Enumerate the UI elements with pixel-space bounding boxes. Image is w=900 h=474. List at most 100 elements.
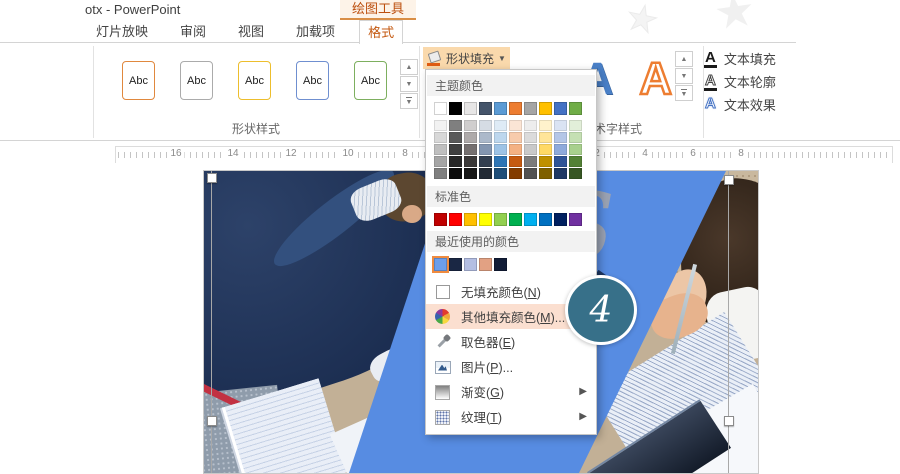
recent-color-swatch[interactable] <box>464 258 477 271</box>
theme-variant-swatch[interactable] <box>479 120 492 131</box>
theme-variant-swatch[interactable] <box>509 144 522 155</box>
theme-variant-swatch[interactable] <box>554 156 567 167</box>
theme-variant-swatch[interactable] <box>449 168 462 179</box>
theme-variant-swatch[interactable] <box>479 144 492 155</box>
theme-variant-swatch[interactable] <box>554 120 567 131</box>
standard-color-swatch[interactable] <box>434 213 447 226</box>
theme-variant-swatch[interactable] <box>464 156 477 167</box>
theme-variant-swatch[interactable] <box>479 168 492 179</box>
gallery-down-icon[interactable]: ▼ <box>400 76 418 92</box>
theme-color-swatch[interactable] <box>524 102 537 115</box>
theme-variant-swatch[interactable] <box>464 144 477 155</box>
standard-color-swatch[interactable] <box>554 213 567 226</box>
picture-menu-item[interactable]: 图片(P)... <box>426 354 596 379</box>
selection-handle[interactable] <box>207 416 217 426</box>
selection-handle[interactable] <box>724 175 734 185</box>
gallery-more-icon[interactable]: ▼ <box>675 85 693 101</box>
gallery-up-icon[interactable]: ▲ <box>400 59 418 75</box>
shape-style-tile[interactable]: Abc <box>122 61 155 100</box>
recent-color-swatch[interactable] <box>432 256 449 273</box>
theme-color-swatch[interactable] <box>464 102 477 115</box>
selection-handle[interactable] <box>724 416 734 426</box>
text-style-fill-button[interactable]: A 文本填充 <box>704 47 778 70</box>
recent-color-swatch[interactable] <box>479 258 492 271</box>
theme-variant-swatch[interactable] <box>539 132 552 143</box>
standard-color-swatch[interactable] <box>569 213 582 226</box>
selection-left-edge[interactable] <box>211 171 212 473</box>
standard-color-swatch[interactable] <box>449 213 462 226</box>
gallery-down-icon[interactable]: ▼ <box>675 68 693 84</box>
theme-variant-swatch[interactable] <box>569 120 582 131</box>
theme-color-swatch[interactable] <box>494 102 507 115</box>
theme-variant-swatch[interactable] <box>464 132 477 143</box>
tab-加载项[interactable]: 加载项 <box>288 20 343 43</box>
gallery-more-icon[interactable]: ▼ <box>400 93 418 109</box>
wordart-style-outline-orange[interactable]: A <box>638 54 673 102</box>
theme-variant-swatch[interactable] <box>524 168 537 179</box>
theme-variant-swatch[interactable] <box>539 168 552 179</box>
theme-color-swatch[interactable] <box>434 102 447 115</box>
tab-视图[interactable]: 视图 <box>230 20 272 43</box>
theme-color-swatch[interactable] <box>449 102 462 115</box>
theme-variant-swatch[interactable] <box>449 132 462 143</box>
theme-variant-swatch[interactable] <box>449 144 462 155</box>
theme-variant-swatch[interactable] <box>569 132 582 143</box>
standard-color-swatch[interactable] <box>524 213 537 226</box>
shape-style-tile[interactable]: Abc <box>238 61 271 100</box>
theme-variant-swatch[interactable] <box>539 120 552 131</box>
theme-variant-swatch[interactable] <box>494 156 507 167</box>
theme-variant-swatch[interactable] <box>569 156 582 167</box>
theme-variant-swatch[interactable] <box>479 156 492 167</box>
theme-variant-swatch[interactable] <box>434 156 447 167</box>
shape-style-tile[interactable]: Abc <box>180 61 213 100</box>
selection-handle[interactable] <box>207 173 217 183</box>
theme-variant-swatch[interactable] <box>434 120 447 131</box>
theme-color-swatch[interactable] <box>479 102 492 115</box>
theme-variant-swatch[interactable] <box>539 156 552 167</box>
theme-variant-swatch[interactable] <box>509 156 522 167</box>
theme-variant-swatch[interactable] <box>539 144 552 155</box>
texture-menu-item[interactable]: 纹理(T) ▶ <box>426 404 596 429</box>
theme-variant-swatch[interactable] <box>554 168 567 179</box>
recent-color-swatch[interactable] <box>494 258 507 271</box>
theme-color-swatch[interactable] <box>554 102 567 115</box>
text-style-effects-button[interactable]: A 文本效果 <box>704 93 778 116</box>
standard-color-swatch[interactable] <box>479 213 492 226</box>
theme-variant-swatch[interactable] <box>509 132 522 143</box>
theme-variant-swatch[interactable] <box>554 144 567 155</box>
theme-variant-swatch[interactable] <box>434 144 447 155</box>
shape-fill-button[interactable]: 形状填充 ▼ <box>423 47 510 69</box>
theme-variant-swatch[interactable] <box>524 144 537 155</box>
theme-color-swatch[interactable] <box>539 102 552 115</box>
theme-variant-swatch[interactable] <box>494 168 507 179</box>
theme-variant-swatch[interactable] <box>509 120 522 131</box>
theme-variant-swatch[interactable] <box>524 120 537 131</box>
theme-variant-swatch[interactable] <box>449 120 462 131</box>
standard-color-swatch[interactable] <box>464 213 477 226</box>
standard-color-swatch[interactable] <box>494 213 507 226</box>
theme-variant-swatch[interactable] <box>494 120 507 131</box>
tab-灯片放映[interactable]: 灯片放映 <box>88 20 156 43</box>
theme-variant-swatch[interactable] <box>464 120 477 131</box>
theme-variant-swatch[interactable] <box>494 144 507 155</box>
theme-variant-swatch[interactable] <box>569 144 582 155</box>
gallery-up-icon[interactable]: ▲ <box>675 51 693 67</box>
theme-variant-swatch[interactable] <box>554 132 567 143</box>
theme-variant-swatch[interactable] <box>434 168 447 179</box>
gradient-menu-item[interactable]: 渐变(G) ▶ <box>426 379 596 404</box>
text-style-outline-button[interactable]: A 文本轮廓 <box>704 70 778 93</box>
recent-color-swatch[interactable] <box>449 258 462 271</box>
shape-style-tile[interactable]: Abc <box>296 61 329 100</box>
tab-格式[interactable]: 格式 <box>359 20 404 44</box>
theme-variant-swatch[interactable] <box>494 132 507 143</box>
selection-right-edge[interactable] <box>728 171 729 473</box>
standard-color-swatch[interactable] <box>539 213 552 226</box>
standard-color-swatch[interactable] <box>509 213 522 226</box>
eyedropper-menu-item[interactable]: 取色器(E) <box>426 329 596 354</box>
theme-variant-swatch[interactable] <box>524 156 537 167</box>
theme-variant-swatch[interactable] <box>524 132 537 143</box>
theme-variant-swatch[interactable] <box>479 132 492 143</box>
theme-variant-swatch[interactable] <box>569 168 582 179</box>
theme-variant-swatch[interactable] <box>509 168 522 179</box>
theme-variant-swatch[interactable] <box>434 132 447 143</box>
